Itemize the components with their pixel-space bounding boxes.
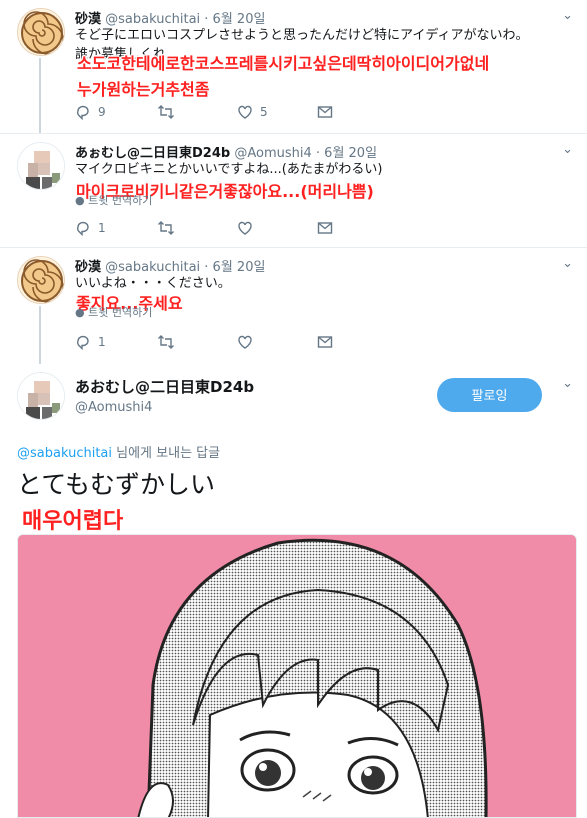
avatar[interactable]	[17, 372, 65, 420]
heart-icon	[238, 335, 252, 349]
envelope-icon	[317, 222, 333, 234]
user-handle[interactable]: @sabakuchitai	[105, 12, 200, 27]
tweet-1[interactable]: 砂漠 @sabakuchitai · 6월 20일 ⌄ そど子にエロいコスプレさ…	[0, 0, 587, 134]
avatar[interactable]	[17, 142, 65, 190]
translation-overlay: 누가원하는거추천좀	[77, 80, 210, 99]
tweet-date[interactable]: · 6월 20일	[316, 146, 377, 161]
thread-line	[39, 58, 41, 134]
like-button[interactable]	[237, 220, 260, 236]
tweet-date[interactable]: · 6월 20일	[204, 260, 265, 275]
dm-button[interactable]	[317, 104, 333, 120]
reply-count: 1	[98, 335, 106, 349]
envelope-icon	[317, 106, 333, 118]
dm-button[interactable]	[317, 334, 333, 350]
like-count: 5	[260, 105, 268, 119]
display-name[interactable]: あおむし@二日目東D24b	[75, 376, 254, 397]
manga-girl-illustration	[18, 535, 576, 817]
tweet-date[interactable]: · 6월 20일	[204, 12, 265, 27]
retweet-icon	[158, 335, 174, 349]
tweet-header: あぉむし@二日目東D24b @Aomushi4 · 6월 20일	[75, 142, 377, 161]
main-tweet-text: とてもむずかしい	[17, 470, 216, 499]
like-button[interactable]	[237, 334, 260, 350]
reply-button[interactable]: 1	[75, 334, 106, 351]
ammonite-avatar-icon	[21, 11, 64, 55]
user-handle[interactable]: @Aomushi4	[75, 400, 152, 415]
avatar[interactable]	[17, 256, 65, 304]
chevron-down-icon[interactable]: ⌄	[562, 8, 573, 23]
reply-to-handle-link[interactable]: @sabakuchitai	[17, 446, 112, 461]
translate-tweet-label: 트윗 번역하기	[88, 306, 153, 319]
reply-icon	[77, 335, 89, 351]
reply-count: 1	[98, 221, 106, 235]
following-button[interactable]: 팔로잉	[437, 378, 542, 412]
translation-overlay: 소도코한테에로한코스프레를시키고싶은데딱히아이디어가없네	[77, 54, 490, 73]
heart-icon	[238, 221, 252, 235]
reply-button[interactable]: 9	[75, 104, 106, 121]
envelope-icon	[317, 336, 333, 348]
tweet-3[interactable]: 砂漠 @sabakuchitai · 6월 20일 ⌄ いいよね・・・ください。…	[0, 248, 587, 364]
display-name[interactable]: 砂漠	[75, 260, 101, 275]
translate-tweet-link[interactable]: ● 트윗 번역하기	[75, 192, 152, 208]
retweet-icon	[158, 221, 174, 235]
globe-icon: ●	[75, 194, 85, 207]
tweet-text-line: そど子にエロいコスプレさせようと思ったんだけど特にアイディアがないわ。	[75, 28, 529, 43]
chevron-down-icon[interactable]: ⌄	[562, 142, 573, 157]
like-button[interactable]: 5	[237, 104, 268, 120]
retweet-button[interactable]	[157, 334, 182, 350]
user-handle[interactable]: @Aomushi4	[234, 146, 311, 161]
display-name[interactable]: 砂漠	[75, 12, 101, 27]
tweet-text: マイクロビキニとかいいですよね...(あたまがわるい)	[75, 162, 383, 177]
pixel-avatar-icon	[18, 143, 64, 189]
translate-tweet-link[interactable]: ● 트윗 번역하기	[75, 304, 152, 320]
ammonite-avatar-icon	[21, 259, 64, 303]
reply-icon	[77, 105, 89, 121]
reply-to-suffix: 님에게 보내는 답글	[112, 446, 221, 461]
tweet-media-image[interactable]	[17, 534, 577, 818]
thread-line	[39, 306, 41, 364]
retweet-icon	[158, 105, 174, 119]
replying-to: @sabakuchitai 님에게 보내는 답글	[17, 442, 220, 461]
translation-overlay: 매우어렵다	[22, 509, 124, 534]
dm-button[interactable]	[317, 220, 333, 236]
display-name[interactable]: あぉむし@二日目東D24b	[75, 146, 230, 161]
globe-icon: ●	[75, 306, 85, 319]
pixel-avatar-icon	[18, 373, 64, 419]
heart-icon	[238, 105, 252, 119]
chevron-down-icon[interactable]: ⌄	[562, 256, 573, 271]
tweet-2[interactable]: あぉむし@二日目東D24b @Aomushi4 · 6월 20일 ⌄ マイクロビ…	[0, 134, 587, 248]
reply-button[interactable]: 1	[75, 220, 106, 237]
reply-icon	[77, 221, 89, 237]
tweet-header: 砂漠 @sabakuchitai · 6월 20일	[75, 256, 265, 275]
translate-tweet-label: 트윗 번역하기	[88, 194, 153, 207]
retweet-button[interactable]	[157, 104, 182, 120]
retweet-button[interactable]	[157, 220, 182, 236]
tweet-header: 砂漠 @sabakuchitai · 6월 20일	[75, 8, 265, 27]
chevron-down-icon[interactable]: ⌄	[562, 376, 573, 391]
avatar[interactable]	[17, 8, 65, 56]
user-handle[interactable]: @sabakuchitai	[105, 260, 200, 275]
reply-count: 9	[98, 105, 106, 119]
